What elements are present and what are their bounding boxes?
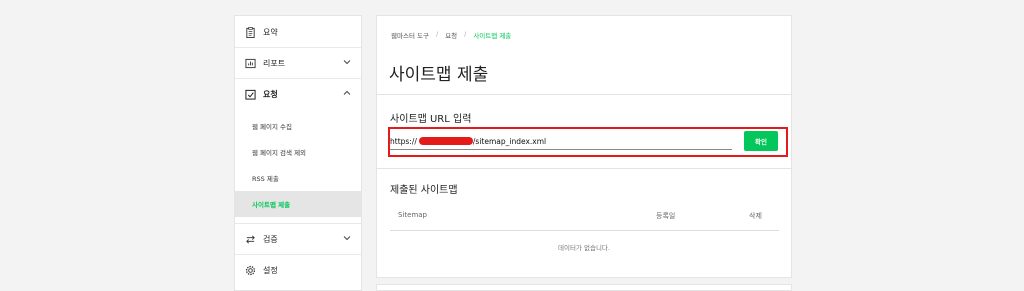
chart-icon bbox=[245, 58, 256, 68]
sidebar-item-label: 리포트 bbox=[263, 58, 286, 68]
column-header-date: 등록일 bbox=[656, 212, 676, 220]
confirm-button[interactable]: 확인 bbox=[744, 131, 778, 151]
column-header-sitemap: Sitemap bbox=[398, 211, 427, 219]
sidebar-item-report[interactable]: 리포트 bbox=[235, 47, 361, 79]
sidebar-item-request[interactable]: 요청 bbox=[235, 78, 361, 110]
chevron-up-icon[interactable] bbox=[343, 89, 351, 97]
submitted-sitemap-label: 제출된 사이트맵 bbox=[390, 185, 458, 196]
sidebar-item-label: 설정 bbox=[263, 265, 278, 275]
sidebar-item-settings[interactable]: 설정 bbox=[235, 254, 361, 286]
checkbox-icon bbox=[245, 89, 256, 100]
sidebar-item-summary[interactable]: 요약 bbox=[235, 16, 361, 48]
gear-icon bbox=[245, 265, 256, 275]
clipboard-icon bbox=[246, 26, 255, 38]
sidebar-item-label: 검증 bbox=[263, 234, 278, 244]
chevron-down-icon[interactable] bbox=[343, 234, 351, 242]
main-panel: 웹마스터 도구 / 요청 / 사이트맵 제출 사이트맵 제출 사이트맵 URL … bbox=[376, 15, 792, 278]
sidebar-subitem-rss[interactable]: RSS 제출 bbox=[235, 165, 361, 191]
column-header-delete: 삭제 bbox=[749, 212, 762, 220]
sidebar-item-verify[interactable]: 검증 bbox=[235, 223, 361, 255]
url-suffix: /sitemap_index.xml bbox=[472, 137, 547, 146]
next-panel-edge bbox=[376, 284, 792, 291]
breadcrumb-item[interactable]: 요청 bbox=[445, 30, 457, 40]
chevron-down-icon[interactable] bbox=[343, 58, 351, 66]
url-prefix: https:// bbox=[390, 137, 417, 146]
breadcrumb-separator: / bbox=[435, 30, 439, 38]
refresh-icon bbox=[246, 235, 255, 243]
sidebar-subitem-label: RSS 제출 bbox=[252, 175, 279, 183]
sitemap-url-label: 사이트맵 URL 입력 bbox=[390, 114, 472, 125]
sidebar-item-label: 요약 bbox=[263, 27, 278, 37]
sidebar: 요약 리포트 요청 웹 페이지 수집 웹 페이지 검색 제외 RSS 제출 사이… bbox=[234, 15, 362, 291]
sidebar-subitem-search-exclude[interactable]: 웹 페이지 검색 제외 bbox=[235, 139, 361, 165]
breadcrumb-item[interactable]: 웹마스터 도구 bbox=[391, 30, 429, 40]
page-title: 사이트맵 제출 bbox=[389, 65, 489, 85]
divider bbox=[377, 94, 791, 95]
sidebar-item-label: 요청 bbox=[263, 89, 278, 99]
sidebar-subitem-sitemap[interactable]: 사이트맵 제출 bbox=[235, 191, 361, 217]
sidebar-subitem-page-collect[interactable]: 웹 페이지 수집 bbox=[235, 113, 361, 139]
breadcrumb-current: 사이트맵 제출 bbox=[473, 32, 512, 40]
sidebar-subitem-label: 사이트맵 제출 bbox=[252, 201, 291, 209]
breadcrumb-separator: / bbox=[464, 30, 467, 38]
sidebar-subitem-label: 웹 페이지 수집 bbox=[252, 123, 293, 131]
empty-state-message: 데이터가 없습니다. bbox=[558, 244, 610, 252]
sidebar-subitem-label: 웹 페이지 검색 제외 bbox=[252, 149, 307, 157]
divider bbox=[377, 168, 791, 169]
table-header-divider bbox=[390, 230, 779, 231]
breadcrumb: 웹마스터 도구 / 요청 / 사이트맵 제출 bbox=[391, 30, 511, 40]
redaction-mark bbox=[419, 137, 473, 145]
